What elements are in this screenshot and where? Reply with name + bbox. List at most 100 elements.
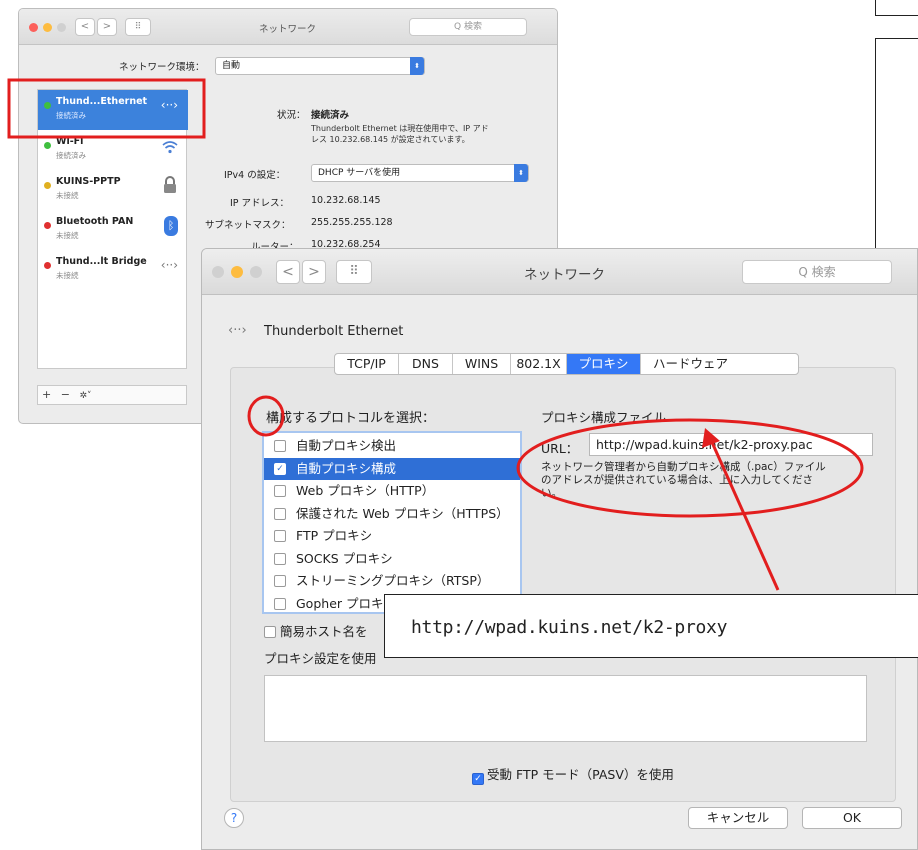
status-label: 状況： xyxy=(277,110,306,121)
url-input[interactable]: http://wpad.kuins.net/k2-proxy.pac xyxy=(589,433,873,456)
protocol-item-web-http[interactable]: Web プロキシ（HTTP） xyxy=(264,480,520,503)
title-bar: < > ⠿ ネットワーク Q 検索 xyxy=(202,249,917,295)
checkbox[interactable] xyxy=(274,507,286,520)
tab-proxy[interactable]: プロキシ xyxy=(567,354,641,374)
protocol-label: SOCKS プロキシ xyxy=(296,550,393,566)
checkbox-checked[interactable]: ✓ xyxy=(274,462,286,475)
ethernet-icon: ‹··› xyxy=(228,323,247,338)
forward-button[interactable]: > xyxy=(302,260,326,284)
checkbox[interactable] xyxy=(274,575,286,587)
ethernet-icon: ‹··› xyxy=(160,98,178,112)
status-value: 接続済み xyxy=(311,110,350,121)
service-status: 未接続 xyxy=(56,191,79,200)
gear-icon[interactable]: ✲˅ xyxy=(79,391,91,401)
status-dot-icon xyxy=(44,102,51,109)
tab-8021x[interactable]: 802.1X xyxy=(511,354,567,374)
config-heading: プロキシ構成ファイル xyxy=(541,410,667,425)
wifi-icon xyxy=(162,141,178,154)
remove-service-button[interactable]: − xyxy=(61,388,70,401)
service-name: Thund...Ethernet xyxy=(56,96,148,107)
protocol-label: Web プロキシ（HTTP） xyxy=(296,483,435,498)
checkbox[interactable] xyxy=(274,440,286,452)
protocol-list[interactable]: 自動プロキシ検出 ✓ 自動プロキシ構成 Web プロキシ（HTTP） 保護された… xyxy=(262,431,522,614)
service-status: 接続済み xyxy=(56,111,86,120)
chevron-updown-icon: ⬍ xyxy=(514,164,528,182)
protocol-item-socks[interactable]: SOCKS プロキシ xyxy=(264,548,520,571)
service-list[interactable]: Thund...Ethernet 接続済み ‹··› Wi-Fi 接続済み KU… xyxy=(37,89,188,369)
service-item-kuins-pptp[interactable]: KUINS-PPTP 未接続 xyxy=(38,170,188,210)
checkbox[interactable] xyxy=(274,485,286,497)
protocol-label: FTP プロキシ xyxy=(296,528,373,543)
protocol-label: 自動プロキシ検出 xyxy=(296,438,397,453)
pasv-row[interactable]: ✓ 受動 FTP モード（PASV）を使用 xyxy=(472,764,674,785)
subnet-value: 255.255.255.128 xyxy=(311,217,393,228)
add-service-button[interactable]: + xyxy=(42,388,51,401)
protocol-item-web-https[interactable]: 保護された Web プロキシ（HTTPS） xyxy=(264,503,520,526)
tab-wins[interactable]: WINS xyxy=(453,354,511,374)
close-light-icon[interactable] xyxy=(29,23,38,32)
bluetooth-icon: ᛒ xyxy=(164,216,178,236)
help-button[interactable]: ? xyxy=(224,808,244,828)
ethernet-icon: ‹··› xyxy=(160,258,178,272)
back-button[interactable]: < xyxy=(276,260,300,284)
ipv4-select[interactable]: DHCP サーバを使用 ⬍ xyxy=(311,164,529,182)
grid-view-button[interactable]: ⠿ xyxy=(125,18,151,36)
service-status: 接続済み xyxy=(56,151,86,160)
service-name: KUINS-PPTP xyxy=(56,176,121,187)
subnet-label: サブネットマスク： xyxy=(205,220,291,231)
tab-dns[interactable]: DNS xyxy=(399,354,453,374)
settings-tabs: TCP/IP DNS WINS 802.1X プロキシ ハードウェア xyxy=(334,353,799,375)
service-item-wifi[interactable]: Wi-Fi 接続済み xyxy=(38,130,188,170)
url-label: URL： xyxy=(541,441,579,456)
tab-hardware[interactable]: ハードウェア xyxy=(641,354,740,374)
search-field[interactable]: Q 検索 xyxy=(742,260,892,284)
service-item-bluetooth-pan[interactable]: Bluetooth PAN 未接続 ᛒ xyxy=(38,210,188,250)
annotation-box-top xyxy=(875,0,918,16)
status-description: Thunderbolt Ethernet は現在使用中で、IP アド レス 10… xyxy=(311,123,489,145)
help-line: のアドレスが提供されている場合は、上に入力してくださ xyxy=(541,474,814,486)
back-button[interactable]: < xyxy=(75,18,95,36)
protocol-item-rtsp[interactable]: ストリーミングプロキシ（RTSP） xyxy=(264,570,520,593)
grid-view-button[interactable]: ⠿ xyxy=(336,260,372,284)
tab-tcpip[interactable]: TCP/IP xyxy=(335,354,399,374)
zoom-light-icon[interactable] xyxy=(57,23,66,32)
protocol-item-ftp[interactable]: FTP プロキシ xyxy=(264,525,520,548)
protocol-item-auto-detect[interactable]: 自動プロキシ検出 xyxy=(264,435,520,458)
bypass-textarea[interactable] xyxy=(264,675,867,742)
service-status: 未接続 xyxy=(56,271,79,280)
ip-label: IP アドレス： xyxy=(230,198,290,209)
checkbox-checked[interactable]: ✓ xyxy=(472,773,484,785)
location-select[interactable]: 自動 ⬍ xyxy=(215,57,425,75)
minimize-light-icon[interactable] xyxy=(231,266,243,278)
ipv4-label: IPv4 の設定： xyxy=(224,170,286,181)
minimize-light-icon[interactable] xyxy=(43,23,52,32)
service-item-thunderbolt-bridge[interactable]: Thund...lt Bridge 未接続 ‹··› xyxy=(38,250,188,290)
help-line: ネットワーク管理者から自動プロキシ構成（.pac）ファイル xyxy=(541,461,826,473)
protocol-item-auto-config[interactable]: ✓ 自動プロキシ構成 xyxy=(264,457,520,480)
ok-button[interactable]: OK xyxy=(802,807,902,829)
chevron-updown-icon: ⬍ xyxy=(410,57,424,75)
ipv4-value: DHCP サーバを使用 xyxy=(318,168,401,178)
checkbox[interactable] xyxy=(274,552,286,565)
search-field[interactable]: Q 検索 xyxy=(409,18,527,36)
protocol-label: 保護された Web プロキシ（HTTPS） xyxy=(296,505,509,521)
service-name: Bluetooth PAN xyxy=(56,216,134,227)
window-title: ネットワーク xyxy=(524,267,605,283)
checkbox[interactable] xyxy=(274,530,286,542)
checkbox[interactable] xyxy=(264,626,276,638)
url-callout-text: http://wpad.kuins.net/k2-proxy xyxy=(411,617,728,638)
simple-host-row[interactable]: 簡易ホスト名を xyxy=(264,621,368,640)
location-value: 自動 xyxy=(222,61,241,71)
title-bar: < > ⠿ ネットワーク Q 検索 xyxy=(19,9,557,45)
cancel-button[interactable]: キャンセル xyxy=(688,807,788,829)
forward-button[interactable]: > xyxy=(97,18,117,36)
zoom-light-icon[interactable] xyxy=(250,266,262,278)
location-label: ネットワーク環境： xyxy=(119,62,205,73)
bypass-label: プロキシ設定を使用 xyxy=(264,651,377,666)
checkbox[interactable] xyxy=(274,597,286,610)
service-item-thunderbolt-ethernet[interactable]: Thund...Ethernet 接続済み ‹··› xyxy=(38,90,188,130)
url-callout-box: http://wpad.kuins.net/k2-proxy xyxy=(384,594,918,658)
status-desc-line: Thunderbolt Ethernet は現在使用中で、IP アド xyxy=(311,124,489,133)
status-dot-icon xyxy=(44,182,51,189)
close-light-icon[interactable] xyxy=(212,266,224,278)
